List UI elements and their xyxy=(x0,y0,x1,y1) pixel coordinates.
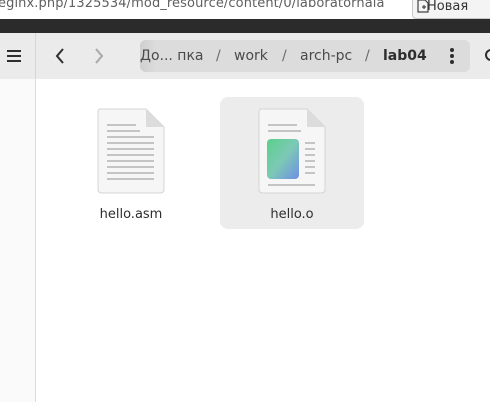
file-name: hello.o xyxy=(270,207,314,222)
back-button[interactable] xyxy=(48,44,72,68)
breadcrumb-separator: / xyxy=(282,48,287,64)
new-document-icon xyxy=(417,0,429,13)
sidebar xyxy=(0,33,36,402)
window-top-bar xyxy=(0,19,490,33)
breadcrumb-item-work[interactable]: work xyxy=(234,40,268,72)
menu-button[interactable] xyxy=(4,45,24,67)
object-file-icon xyxy=(258,108,326,194)
search-button[interactable] xyxy=(480,44,490,68)
breadcrumb-separator: / xyxy=(216,48,221,64)
search-icon xyxy=(485,49,490,61)
file-item-hello-o[interactable]: hello.o xyxy=(220,97,364,229)
forward-button[interactable] xyxy=(87,44,111,68)
hamburger-menu-icon xyxy=(7,50,21,62)
text-file-icon xyxy=(97,108,165,194)
breadcrumb-item-lab04[interactable]: lab04 xyxy=(383,40,427,72)
breadcrumb-item-arch-pc[interactable]: arch-pc xyxy=(300,40,352,72)
new-tab-label: Новая xyxy=(427,0,469,14)
new-tab-button[interactable]: Новая xyxy=(412,0,490,19)
vertical-dots-icon xyxy=(450,48,454,64)
breadcrumb-separator: / xyxy=(365,48,370,64)
file-item-hello-asm[interactable]: hello.asm xyxy=(59,97,203,229)
chevron-right-icon xyxy=(95,48,104,64)
breadcrumb-item-home[interactable]: До... пка xyxy=(140,40,204,72)
file-name: hello.asm xyxy=(99,207,163,222)
browser-url-text: eginx.php/1325534/mod_resource/content/0… xyxy=(0,0,385,11)
browser-address-strip: eginx.php/1325534/mod_resource/content/0… xyxy=(0,0,490,19)
chevron-left-icon xyxy=(55,48,64,64)
path-menu-button[interactable] xyxy=(442,44,462,68)
